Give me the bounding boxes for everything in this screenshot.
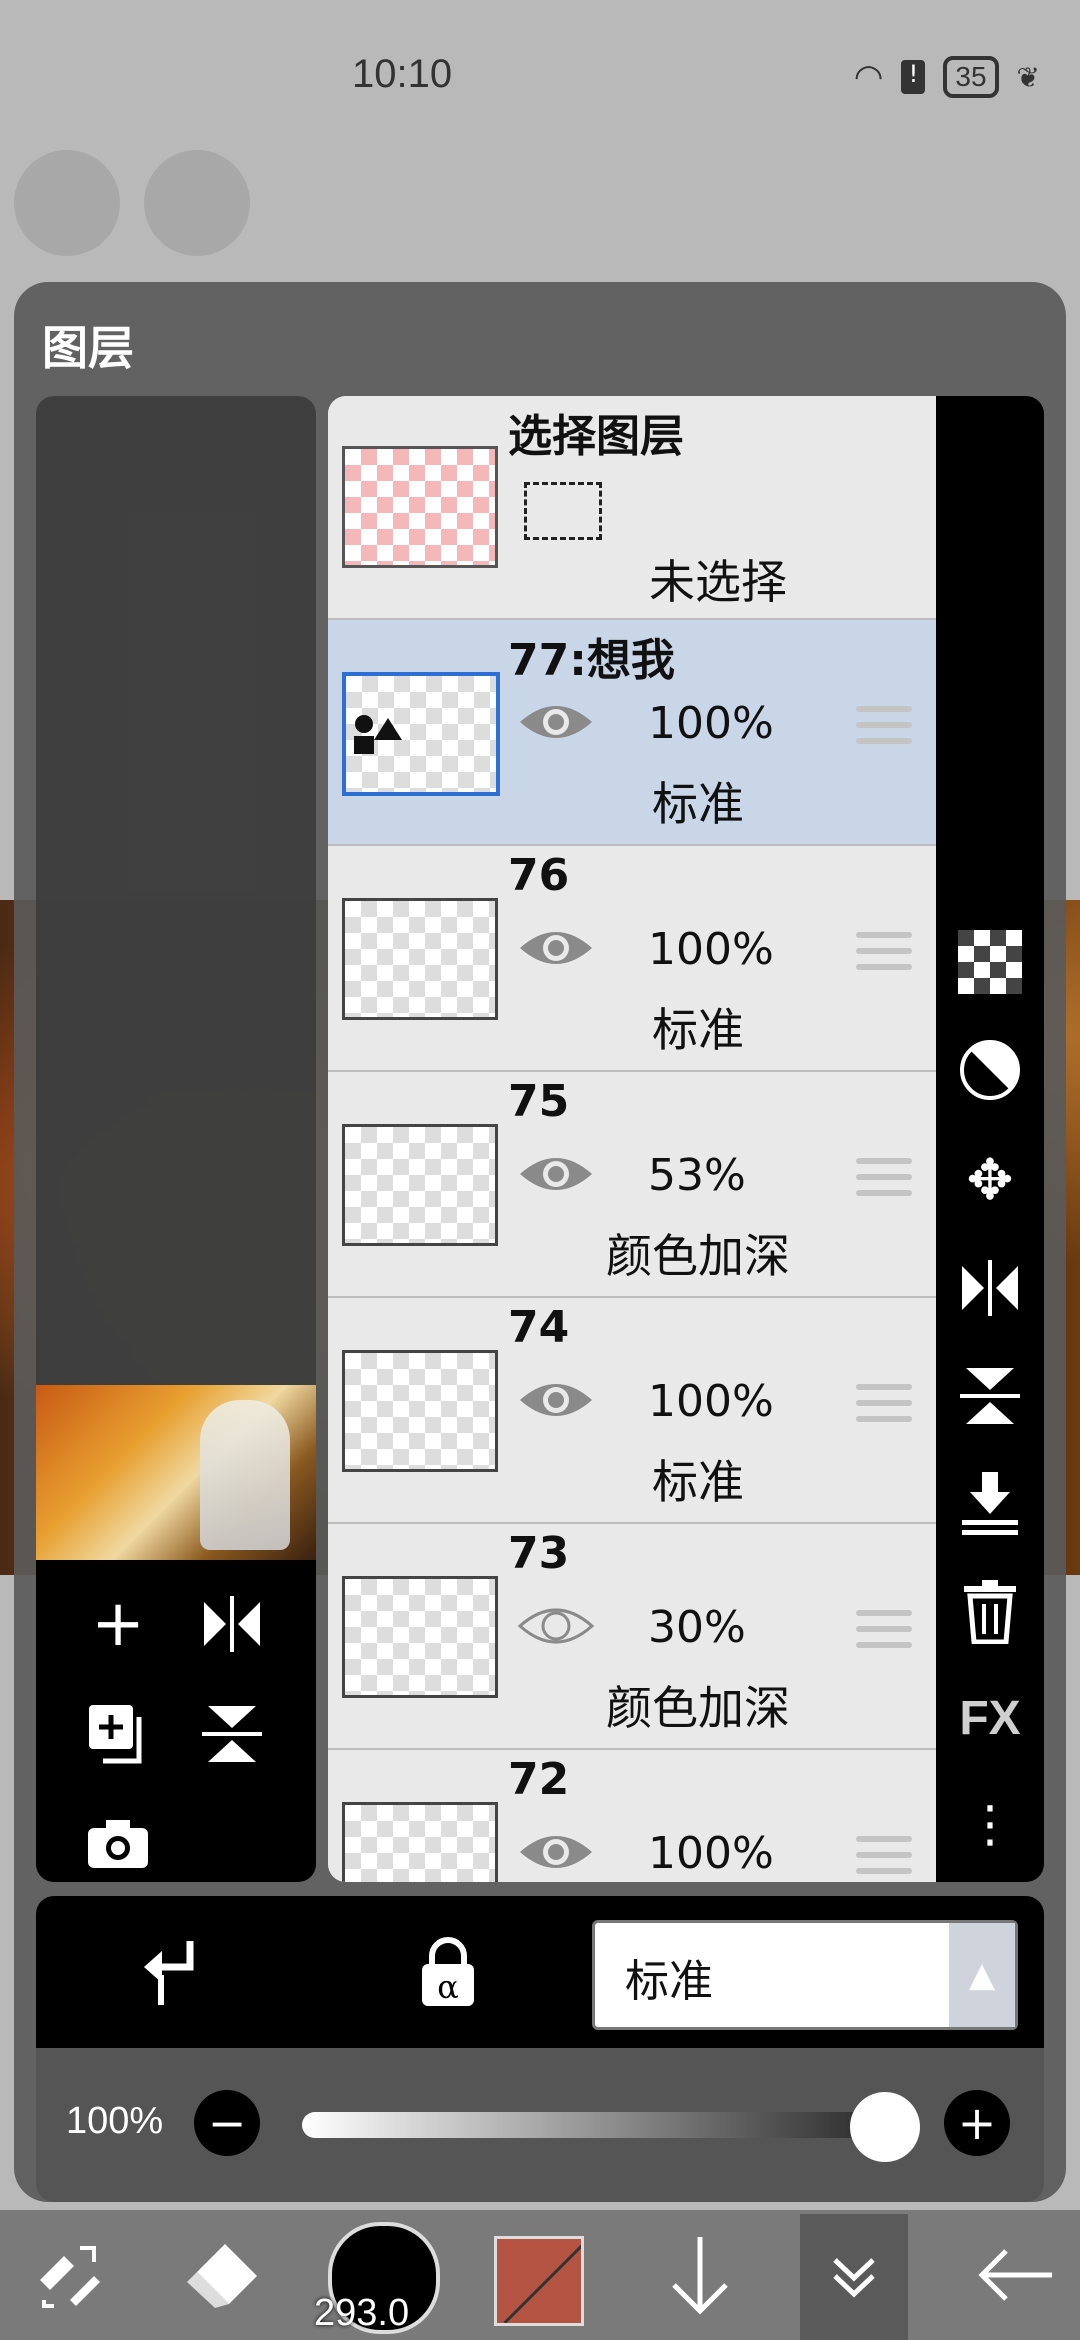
layer-opacity: 53% [648,1150,746,1201]
eye-icon[interactable] [518,1830,594,1874]
layer-thumbnail[interactable] [342,672,500,796]
move-icon[interactable]: ✥ [958,1148,1022,1213]
right-tool-column: ✥ FX ⋮ [936,396,1044,1882]
opacity-value: 100% [66,2100,164,2142]
camera-icon[interactable] [78,1804,158,1884]
alert-icon: ! [901,60,926,94]
delete-icon[interactable] [958,1580,1022,1644]
wifi-icon: ◠ [853,57,884,97]
eye-icon[interactable] [518,700,594,744]
layer-name: 74 [508,1302,570,1353]
dropdown-arrow-icon: ▲ [949,1923,1015,2027]
merge-down-icon[interactable] [958,1472,1022,1536]
arrow-down-icon[interactable] [650,2210,750,2340]
eye-icon[interactable] [518,926,594,970]
left-tool-panel: + [36,1560,316,1882]
flip-vertical-icon[interactable] [192,1694,272,1774]
drag-handle-icon[interactable] [856,1158,912,1206]
thumbnail-figure [200,1400,290,1550]
back-icon[interactable] [966,2210,1066,2340]
layer-name: 73 [508,1528,570,1579]
layer-row[interactable]: 72 100% [328,1750,936,1882]
layer-row[interactable]: 73 30% 颜色加深 [328,1524,936,1751]
clipping-icon[interactable] [130,1932,210,2012]
layer-opacity: 30% [648,1602,746,1653]
add-layer-icon[interactable]: + [78,1584,158,1664]
flip-horizontal-icon[interactable] [192,1584,272,1664]
opacity-slider-track[interactable] [302,2112,902,2138]
layer-name: 75 [508,1076,570,1127]
layer-row[interactable]: 74 100% 标准 [328,1298,936,1525]
status-time: 10:10 [352,52,453,96]
increase-opacity-button[interactable]: + [944,2090,1010,2156]
eye-icon[interactable] [518,1378,594,1422]
layer-list[interactable]: 选择图层 未选择 77:想我 100% 标准 76 100% 标准 75 53% 颜色加深 74 1… [328,396,936,1882]
selection-status: 未选择 [649,555,787,609]
eye-icon[interactable] [518,1152,594,1196]
selection-layer-title: 选择图层 [508,411,684,462]
alpha-lock-icon[interactable]: α [406,1930,490,2014]
layer-thumbnail[interactable] [342,1802,498,1882]
svg-text:α: α [437,1968,459,2006]
more-icon[interactable]: ⋮ [958,1792,1022,1856]
opacity-slider-handle[interactable] [850,2092,920,2162]
blend-mode-value: 标准 [625,1956,713,2007]
blend-mode-dropdown[interactable]: 标准 ▲ [592,1920,1018,2030]
status-icons: ◠ ! 35 ❦ [854,56,1040,98]
opacity-slider-row: 100% − + [36,2048,1044,2202]
layer-opacity: 100% [648,1828,774,1879]
brush-size-value: 293.0 [314,2292,410,2334]
duplicate-layer-icon[interactable] [78,1694,158,1774]
drag-handle-icon[interactable] [856,706,912,754]
invert-icon[interactable] [958,1038,1022,1102]
decrease-opacity-button[interactable]: − [194,2090,260,2156]
panel-title: 图层 [42,321,134,375]
layer-opacity: 100% [648,1376,774,1427]
layer-name: 72 [508,1754,570,1805]
drag-handle-icon[interactable] [856,1610,912,1658]
selection-marquee-icon [524,482,602,540]
layer-blend-mode: 颜色加深 [606,1681,790,1735]
eye-hidden-icon[interactable] [517,1604,595,1648]
eraser-icon[interactable] [174,2210,270,2340]
color-swatch[interactable] [494,2236,584,2326]
layer-name: 76 [508,850,570,901]
selection-layer-thumbnail [342,446,498,568]
layer-row[interactable]: 76 100% 标准 [328,846,936,1073]
select-tool-icon[interactable] [24,2210,114,2340]
collapse-icon[interactable] [806,2210,902,2340]
layer-blend-mode: 标准 [652,1455,744,1509]
layer-row[interactable]: 77:想我 100% 标准 [328,620,936,847]
drag-handle-icon[interactable] [856,932,912,980]
layer-blend-mode: 标准 [652,777,744,831]
leaf-icon: ❦ [1016,60,1040,94]
fx-button[interactable]: FX [958,1686,1022,1750]
layer-thumbnail[interactable] [342,898,498,1020]
flip-horizontal-layer-icon[interactable] [958,1256,1022,1320]
layer-blend-mode: 颜色加深 [606,1229,790,1283]
selection-layer-row[interactable]: 选择图层 未选择 [328,396,936,621]
layer-opacity: 100% [648,924,774,975]
transparency-icon[interactable] [958,930,1022,994]
layer-thumbnail[interactable] [342,1576,498,1698]
drag-handle-icon[interactable] [856,1384,912,1432]
drag-handle-icon[interactable] [856,1836,912,1882]
battery-indicator: 35 [943,56,999,98]
flip-vertical-layer-icon[interactable] [958,1364,1022,1428]
layer-blend-mode: 标准 [652,1003,744,1057]
layer-name: 77:想我 [508,635,675,686]
redo-circle-button[interactable] [144,150,250,256]
layer-row[interactable]: 75 53% 颜色加深 [328,1072,936,1299]
layer-thumbnail[interactable] [342,1350,498,1472]
layer-thumbnail[interactable] [342,1124,498,1246]
undo-circle-button[interactable] [14,150,120,256]
layer-opacity: 100% [648,698,774,749]
